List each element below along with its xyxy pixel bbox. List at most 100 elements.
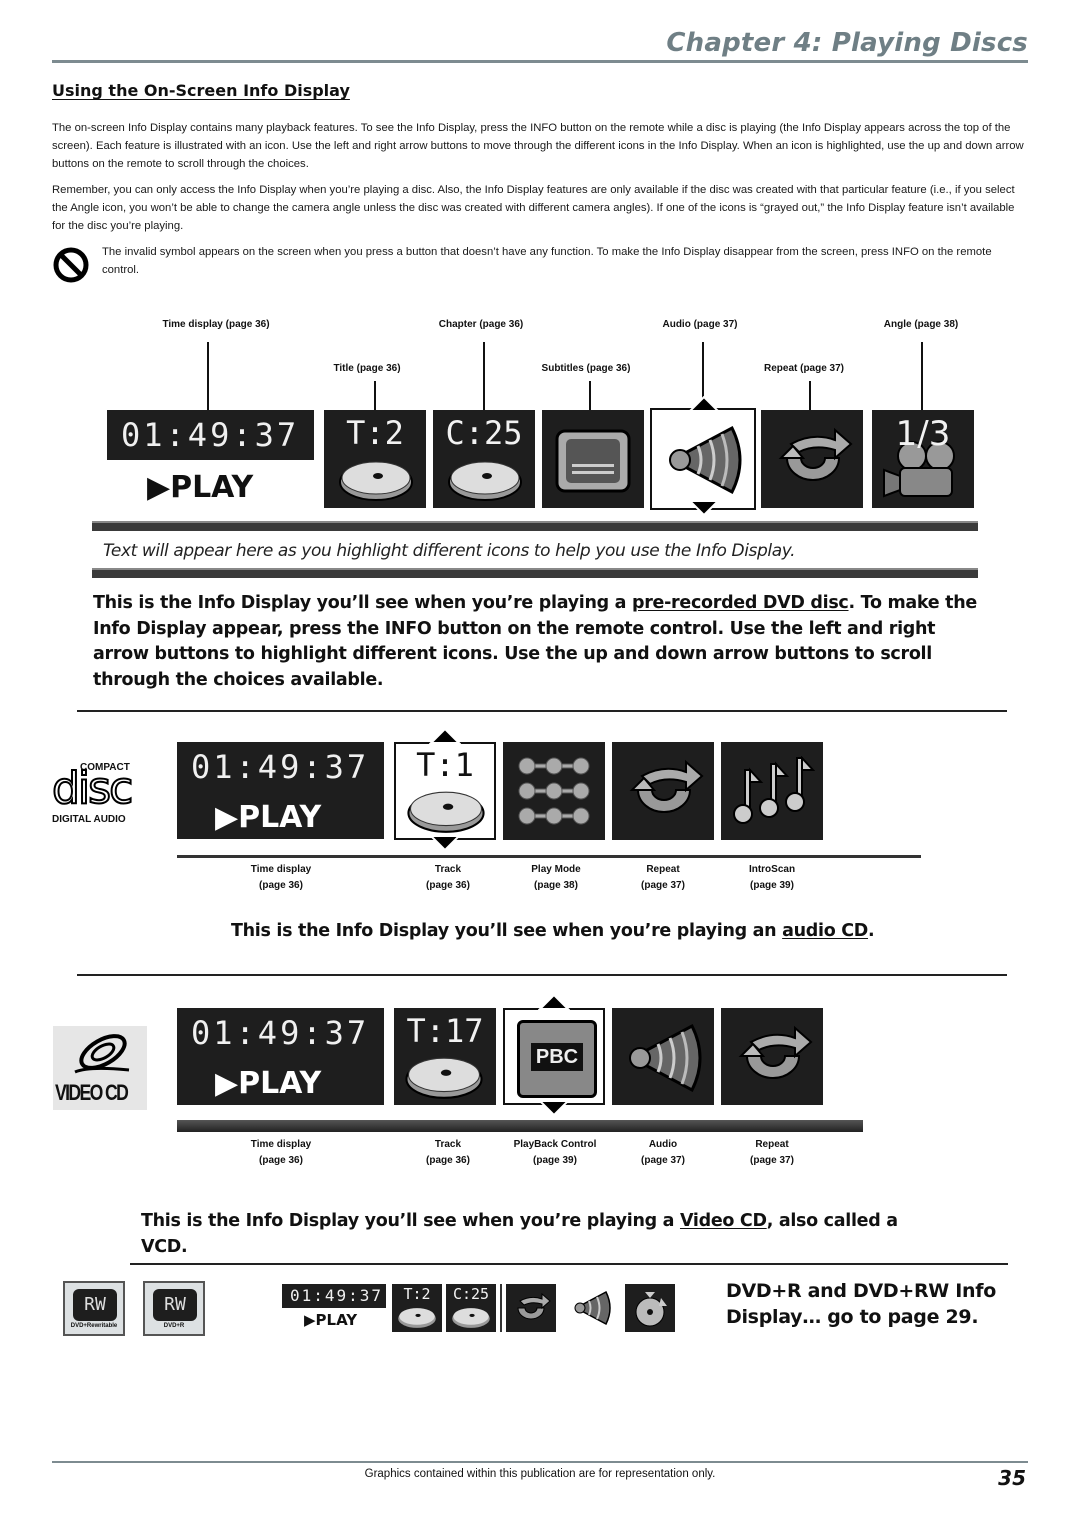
vcd-osd-bar	[177, 1120, 863, 1132]
time-value: 01:49:37	[191, 1014, 370, 1052]
video-cd-link[interactable]: Video CD	[680, 1211, 767, 1231]
play-mode-tile[interactable]	[503, 742, 605, 840]
vcd-caption-pbc: PlayBack Control (page 39)	[513, 1139, 597, 1166]
play-icon: ▶	[147, 470, 171, 505]
mini-play-status: ▶PLAY	[304, 1311, 357, 1329]
repeat-tile[interactable]	[612, 742, 714, 840]
header-rule	[52, 60, 1028, 63]
time-value: 01:49:37	[191, 748, 370, 786]
cd-osd-bar	[177, 855, 921, 858]
scroll-down-arrow-icon[interactable]	[429, 835, 461, 851]
cd-caption-repeat: Repeat (page 37)	[641, 864, 685, 891]
scroll-up-arrow-icon[interactable]	[688, 396, 720, 412]
prohibited-icon	[53, 247, 89, 283]
repeat-icon	[517, 1292, 551, 1320]
callout-angle: Angle (page 38)	[883, 319, 959, 330]
cd-time-display[interactable]: 01:49:37 ▶PLAY	[177, 742, 384, 839]
cd-caption-time-display: Time display (page 36)	[250, 864, 312, 891]
rw-logo: RW	[153, 1289, 197, 1321]
repeat-icon	[778, 427, 853, 481]
scroll-down-arrow-icon[interactable]	[688, 500, 720, 516]
section-heading: Using the On-Screen Info Display	[52, 81, 350, 100]
scroll-down-arrow-icon[interactable]	[538, 1100, 570, 1116]
callout-chapter: Chapter (page 36)	[438, 319, 524, 330]
osd-divider-bar	[92, 568, 978, 578]
compact-disc-logo: COMPACT disc DIGITAL AUDIO	[51, 762, 146, 825]
vcd-caption-track: Track (page 36)	[426, 1139, 470, 1166]
video-cd-logo-text: VIDEO CD	[55, 1080, 129, 1105]
cd-play-status: ▶PLAY	[215, 800, 321, 835]
play-label: PLAY	[315, 1311, 358, 1329]
audio-tile[interactable]	[612, 1008, 714, 1105]
dvd-rewritable-badge: RW DVD+Rewritable	[63, 1281, 125, 1336]
repeat-icon	[738, 1025, 813, 1079]
vcd-description: This is the Info Display you’ll see when…	[141, 1211, 898, 1257]
section-rule	[77, 974, 1007, 976]
pbc-label: PBC	[531, 1043, 583, 1071]
cd-description: This is the Info Display you’ll see when…	[231, 921, 875, 941]
repeat-tile[interactable]	[721, 1008, 823, 1105]
callout-line	[207, 342, 209, 410]
chapter-value: C:25	[452, 1285, 490, 1303]
dvd-play-status: ▶PLAY	[147, 470, 253, 505]
footer-note: Graphics contained within this publicati…	[364, 1468, 716, 1480]
cd-caption-play-mode: Play Mode (page 38)	[531, 864, 581, 891]
audio-speaker-icon	[668, 425, 742, 495]
music-notes-icon	[733, 756, 815, 824]
chapter-tile[interactable]: C:25	[433, 410, 535, 508]
vcd-time-display[interactable]: 01:49:37 ▶PLAY	[177, 1008, 384, 1105]
disc-icon	[339, 461, 413, 501]
disc-icon	[407, 791, 485, 833]
title-tile[interactable]: T:2	[324, 410, 426, 508]
cd-caption-track: Track (page 36)	[426, 864, 470, 891]
dvd-plus-note: DVD+R and DVD+RW Info Display… go to pag…	[726, 1280, 996, 1328]
repeat-tile[interactable]	[761, 410, 863, 508]
track-tile[interactable]: T:17	[394, 1008, 496, 1105]
track-tile-highlighted[interactable]: T:1	[394, 742, 496, 840]
repeat-icon	[629, 759, 704, 813]
callout-subtitles: Subtitles (page 36)	[541, 363, 631, 374]
callout-line	[921, 342, 923, 410]
video-cd-disc-icon	[74, 1034, 130, 1074]
vcd-play-status: ▶PLAY	[215, 1066, 321, 1101]
remember-paragraph: Remember, you can only access the Info D…	[52, 184, 1015, 233]
callout-title: Title (page 36)	[333, 363, 401, 374]
dvd-time-display[interactable]: 01:49:37	[107, 410, 314, 460]
disc-icon	[448, 461, 522, 501]
track-value: T:1	[416, 746, 474, 784]
title-value: T:2	[346, 414, 404, 452]
angle-tile[interactable]: 1/3	[872, 410, 974, 508]
callout-repeat: Repeat (page 37)	[763, 363, 845, 374]
subtitles-tile[interactable]	[542, 410, 644, 508]
section-rule	[130, 1263, 1008, 1265]
logo-digital-audio-text: DIGITAL AUDIO	[52, 814, 126, 825]
audio-tile-highlighted[interactable]	[650, 408, 756, 510]
vcd-caption-repeat: Repeat (page 37)	[750, 1139, 794, 1166]
dvd-description: This is the Info Display you’ll see when…	[93, 593, 977, 690]
pbc-icon: PBC	[517, 1020, 597, 1098]
badge-caption: DVD+Rewritable	[70, 1323, 118, 1329]
audio-cd-link[interactable]: audio CD	[782, 921, 868, 941]
introscan-tile[interactable]	[721, 742, 823, 840]
section-rule	[77, 710, 1007, 712]
mini-chapter-tile: C:25	[446, 1284, 496, 1332]
dvd-r-badge: RW DVD+R	[143, 1281, 205, 1336]
page-number: 35	[998, 1466, 1026, 1490]
callout-line	[374, 381, 376, 410]
vcd-caption-time-display: Time display (page 36)	[250, 1139, 312, 1166]
audio-speaker-icon	[628, 1023, 702, 1093]
footer-rule	[52, 1461, 1028, 1463]
scroll-up-arrow-icon[interactable]	[538, 994, 570, 1010]
pbc-tile-highlighted[interactable]: PBC	[503, 1008, 605, 1105]
callout-line	[702, 342, 704, 402]
mini-time-display: 01:49:37	[282, 1284, 386, 1308]
subtitle-icon	[555, 429, 631, 493]
callout-audio: Audio (page 37)	[662, 319, 738, 330]
pre-recorded-dvd-link[interactable]: pre-recorded DVD disc	[632, 593, 849, 613]
scroll-up-arrow-icon[interactable]	[429, 728, 461, 744]
play-label: PLAY	[238, 1066, 322, 1101]
callout-time-display: Time display (page 36)	[162, 319, 270, 330]
angle-value: 1/3	[895, 414, 951, 454]
rw-logo: RW	[73, 1289, 117, 1321]
time-value: 01:49:37	[121, 416, 300, 454]
